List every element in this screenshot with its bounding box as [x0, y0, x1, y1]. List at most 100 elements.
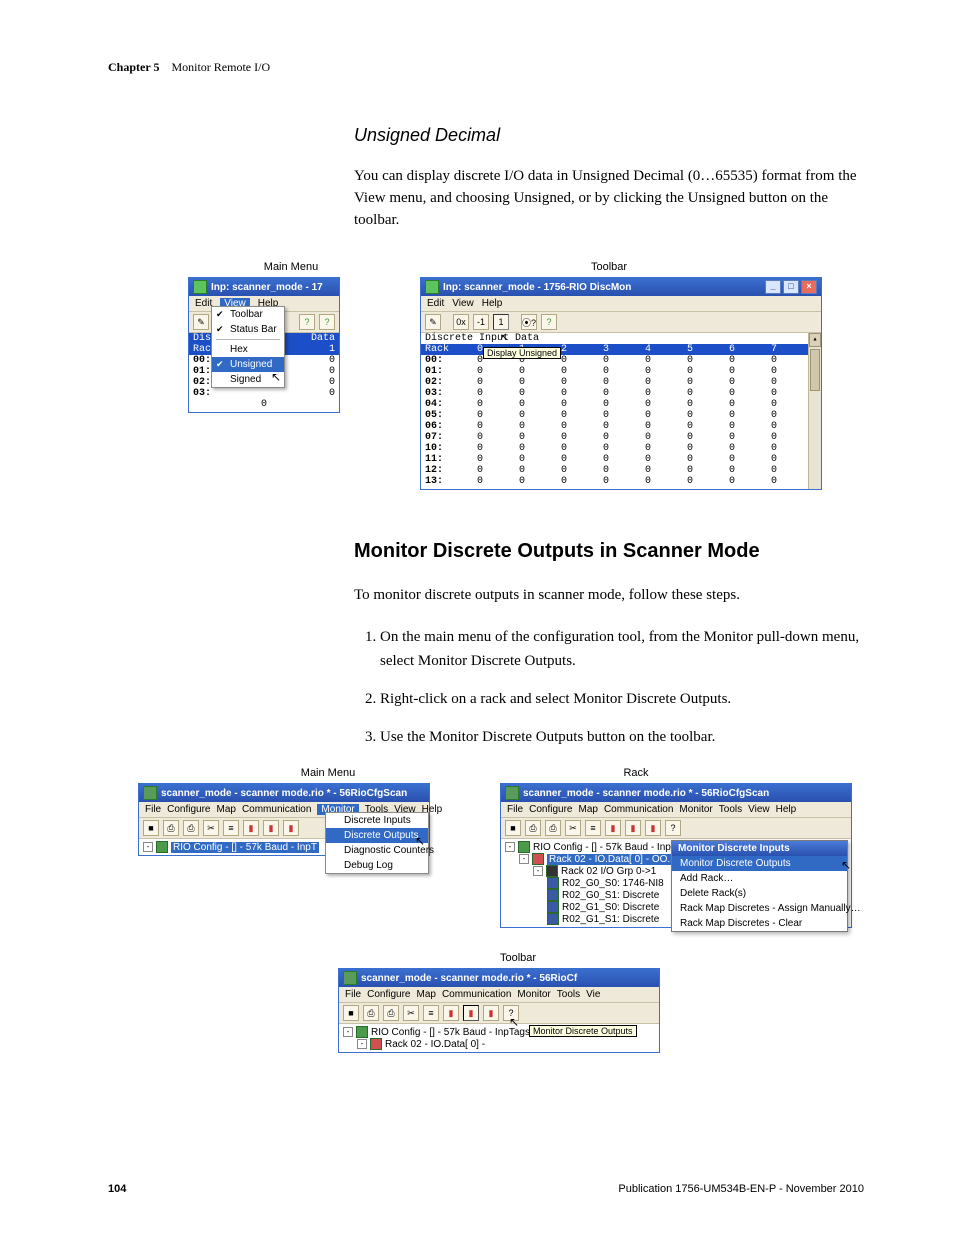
help-icon[interactable]: ?	[541, 314, 557, 330]
titlebar[interactable]: scanner_mode - scanner mode.rio * - 56Ri…	[501, 784, 851, 802]
icon[interactable]: ≡	[423, 1005, 439, 1021]
icon[interactable]: ▮	[283, 820, 299, 836]
help-icon[interactable]: ?	[503, 1005, 519, 1021]
titlebar[interactable]: Inp: scanner_mode - 1756-RIO DiscMon _ □…	[421, 278, 821, 296]
menu-item-toolbar[interactable]: Toolbar	[212, 307, 284, 322]
tree-item[interactable]: R02_G1_S0: Discrete	[562, 902, 659, 913]
help-context-icon[interactable]: ⦿?	[521, 314, 537, 330]
menu-edit[interactable]: Edit	[427, 298, 444, 309]
maximize-button[interactable]: □	[783, 280, 799, 294]
icon[interactable]: ⎙	[383, 1005, 399, 1021]
m-comm[interactable]: Communication	[442, 989, 511, 1000]
mi-discrete-outputs[interactable]: Discrete Outputs	[326, 828, 428, 843]
ctx-monitor-outputs[interactable]: Monitor Discrete Outputs	[672, 856, 847, 871]
row: 02:	[193, 377, 211, 388]
m-configure[interactable]: Configure	[367, 989, 410, 1000]
m-file[interactable]: File	[345, 989, 361, 1000]
menubar[interactable]: File Configure Map Communication Monitor…	[339, 987, 659, 1002]
tool-icon[interactable]: ✎	[425, 314, 441, 330]
monitor-outputs-icon[interactable]: ▮	[263, 820, 279, 836]
help-icon[interactable]: ?	[665, 820, 681, 836]
icon[interactable]: ✂	[565, 820, 581, 836]
m-monitor[interactable]: Monitor	[679, 804, 712, 815]
save-icon[interactable]: ■	[343, 1005, 359, 1021]
m-help[interactable]: Help	[776, 804, 797, 815]
menu-help[interactable]: Help	[482, 298, 503, 309]
icon[interactable]: ≡	[223, 820, 239, 836]
tree-root[interactable]: RIO Config - [] - 57k Baud - InpT	[171, 842, 319, 853]
titlebar[interactable]: scanner_mode - scanner mode.rio * - 56Ri…	[139, 784, 429, 802]
menu-item-hex[interactable]: Hex	[212, 342, 284, 357]
m-view[interactable]: Vie	[586, 989, 600, 1000]
scrollbar[interactable]: ▴	[808, 333, 821, 489]
icon[interactable]: ▮	[483, 1005, 499, 1021]
minimize-button[interactable]: _	[765, 280, 781, 294]
menubar[interactable]: File Configure Map Communication Monitor…	[501, 802, 851, 817]
mi-discrete-inputs[interactable]: Discrete Inputs	[326, 813, 428, 828]
ctx-map-clear[interactable]: Rack Map Discretes - Clear	[672, 916, 847, 931]
tool-icon[interactable]: ✎	[193, 314, 209, 330]
monitor-inputs-icon[interactable]: ▮	[243, 820, 259, 836]
icon[interactable]: ⎙	[183, 820, 199, 836]
m-map[interactable]: Map	[578, 804, 597, 815]
tool-hex[interactable]: 0x	[453, 314, 469, 330]
tool-signed[interactable]: -1	[473, 314, 489, 330]
m-monitor[interactable]: Monitor	[517, 989, 550, 1000]
save-icon[interactable]: ■	[505, 820, 521, 836]
bottom-zero: 0	[189, 399, 339, 410]
m-configure[interactable]: Configure	[529, 804, 572, 815]
m-file[interactable]: File	[507, 804, 523, 815]
icon[interactable]: ▮	[645, 820, 661, 836]
icon[interactable]: ✂	[203, 820, 219, 836]
monitor-outputs-icon[interactable]: ▮	[463, 1005, 479, 1021]
m-comm[interactable]: Communication	[604, 804, 673, 815]
help-icon[interactable]: ?	[319, 314, 335, 330]
ctx-delete-rack[interactable]: Delete Rack(s)	[672, 886, 847, 901]
help-icon[interactable]: ?	[299, 314, 315, 330]
tree-grp[interactable]: Rack 02 I/O Grp 0->1	[561, 866, 656, 877]
m-comm[interactable]: Communication	[242, 804, 311, 815]
icon[interactable]: ⎙	[545, 820, 561, 836]
icon[interactable]: ⎙	[163, 820, 179, 836]
close-button[interactable]: ×	[801, 280, 817, 294]
menubar[interactable]: Edit View Help	[421, 296, 821, 311]
menu-view[interactable]: View	[452, 298, 474, 309]
monitor-dropdown[interactable]: Discrete Inputs Discrete Outputs Diagnos…	[325, 812, 429, 874]
ctx-add-rack[interactable]: Add Rack…	[672, 871, 847, 886]
mi-debug-log[interactable]: Debug Log	[326, 858, 428, 873]
m-view[interactable]: View	[748, 804, 770, 815]
icon[interactable]: ▮	[625, 820, 641, 836]
icon[interactable]: ⎙	[363, 1005, 379, 1021]
menu-item-signed[interactable]: Signed	[212, 372, 284, 387]
ctx-head[interactable]: Monitor Discrete Inputs	[672, 841, 847, 856]
m-map[interactable]: Map	[416, 989, 435, 1000]
m-configure[interactable]: Configure	[167, 804, 210, 815]
data-row: 05:00000000	[421, 410, 821, 421]
tree-rack-sel[interactable]: Rack 02 - IO.Data[ 0] - OO.Da	[547, 854, 685, 865]
view-dropdown[interactable]: Toolbar Status Bar Hex Unsigned Signed	[211, 306, 285, 388]
m-map[interactable]: Map	[216, 804, 235, 815]
menu-edit[interactable]: Edit	[195, 298, 212, 309]
tree-rack[interactable]: Rack 02 - IO.Data[ 0] -	[385, 1039, 485, 1050]
monitor-inputs-icon[interactable]: ▮	[443, 1005, 459, 1021]
m-tools[interactable]: Tools	[719, 804, 742, 815]
menu-item-unsigned[interactable]: Unsigned	[212, 357, 284, 372]
tree-item[interactable]: R02_G0_S1: Discrete	[562, 890, 659, 901]
menu-item-statusbar[interactable]: Status Bar	[212, 322, 284, 337]
context-menu[interactable]: Monitor Discrete Inputs Monitor Discrete…	[671, 840, 848, 932]
tool-unsigned[interactable]: 1	[493, 314, 509, 330]
titlebar[interactable]: Inp: scanner_mode - 17	[189, 278, 339, 296]
icon[interactable]: ▮	[605, 820, 621, 836]
tree-item[interactable]: R02_G1_S1: Discrete	[562, 914, 659, 925]
ctx-map-assign[interactable]: Rack Map Discretes - Assign Manually…	[672, 901, 847, 916]
val: 0	[329, 377, 335, 388]
m-file[interactable]: File	[145, 804, 161, 815]
m-tools[interactable]: Tools	[557, 989, 580, 1000]
save-icon[interactable]: ■	[143, 820, 159, 836]
titlebar[interactable]: scanner_mode - scanner mode.rio * - 56Ri…	[339, 969, 659, 987]
mi-diagnostic-counters[interactable]: Diagnostic Counters	[326, 843, 428, 858]
icon[interactable]: ⎙	[525, 820, 541, 836]
tree-item[interactable]: R02_G0_S0: 1746-NI8	[562, 878, 664, 889]
icon[interactable]: ≡	[585, 820, 601, 836]
icon[interactable]: ✂	[403, 1005, 419, 1021]
